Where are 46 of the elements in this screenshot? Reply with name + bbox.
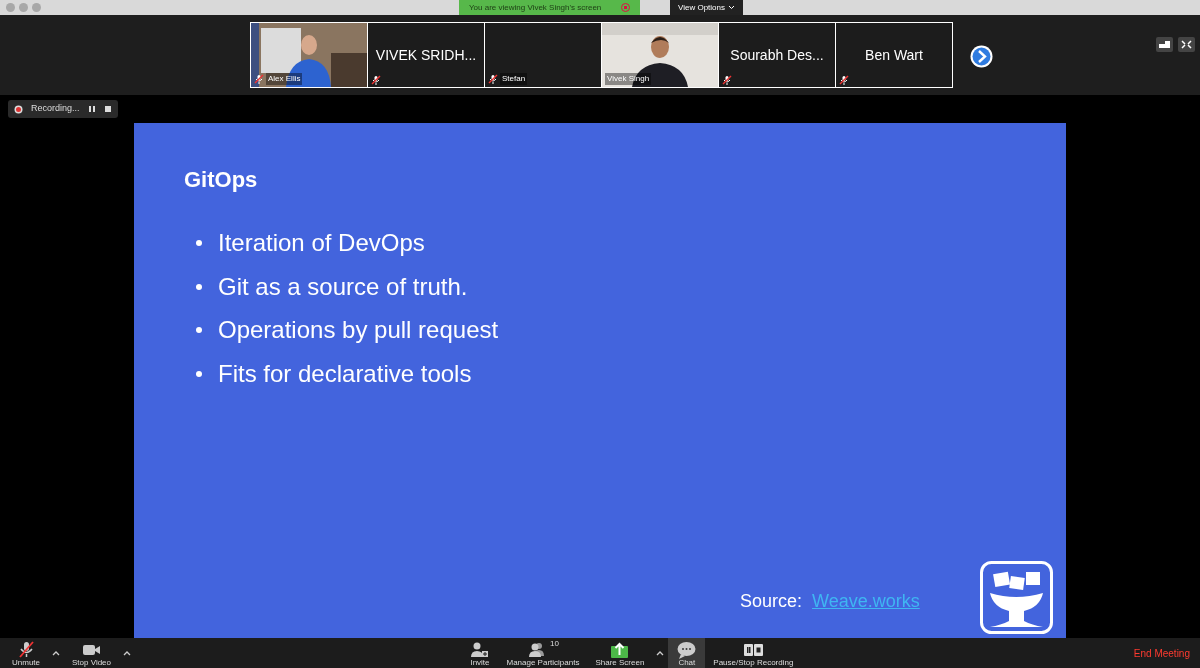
participant-name: Ben Wart [864, 46, 924, 65]
chevron-down-icon [728, 5, 735, 10]
view-options-button[interactable]: View Options [670, 0, 743, 15]
pause-icon[interactable] [87, 105, 96, 113]
bullet-text: Operations by pull request [218, 315, 499, 346]
layout-icon[interactable] [1156, 37, 1173, 52]
recording-label: Recording... [31, 102, 80, 116]
video-tile[interactable]: Stefan [485, 23, 601, 87]
participant-name: Alex Ellis [266, 73, 303, 85]
toolbar-button[interactable]: Pause/Stop Recording [705, 638, 802, 668]
bullet-icon [196, 240, 202, 247]
toolbar-button[interactable]: Chat [668, 638, 706, 668]
toolbar-button[interactable]: Stop Video [64, 638, 119, 668]
toolbar-button[interactable]: Share Screen [587, 638, 653, 668]
participant-name: Stefan [500, 73, 528, 85]
bullet-icon [196, 327, 202, 334]
video-tile[interactable]: Vivek Singh [602, 23, 718, 87]
record-icon [14, 104, 23, 114]
end-meeting-button[interactable]: End Meeting [1127, 644, 1196, 662]
speech-bubble-icon [676, 639, 698, 659]
video-tile[interactable]: Alex Ellis [251, 23, 367, 87]
caret-icon[interactable] [123, 650, 131, 656]
toolbar-button[interactable]: 10 Manage Participants [498, 638, 588, 668]
fullscreen-icon[interactable] [1178, 37, 1195, 52]
toolbar-button[interactable]: Unmute [4, 638, 48, 668]
participant-name: Sourabh Des... [729, 46, 825, 65]
video-tile[interactable]: Ben Wart [836, 23, 952, 87]
bullet-icon [196, 370, 202, 377]
source-label: Source: [740, 590, 803, 613]
next-arrow-icon[interactable] [970, 45, 993, 68]
bullet-text: Iteration of DevOps [218, 228, 425, 259]
stop-icon[interactable] [103, 105, 112, 113]
caret-icon[interactable] [52, 650, 60, 656]
video-tile[interactable]: Sourabh Des... [719, 23, 835, 87]
bullet-text: Fits for declarative tools [218, 358, 472, 389]
participant-count: 10 [550, 639, 559, 648]
video-tile[interactable]: VIVEK SRIDH... [368, 23, 484, 87]
participant-name: VIVEK SRIDH... [374, 46, 478, 65]
bullet-text: Git as a source of truth. [218, 271, 468, 302]
participant-name: Vivek Singh [605, 73, 652, 85]
whale-logo-icon [980, 561, 1053, 634]
banner-text: You are viewing Vivek Singh's screen [469, 1, 602, 14]
caret-icon[interactable] [656, 650, 665, 656]
toolbar-button[interactable]: Invite [461, 638, 499, 668]
bullet-icon [196, 283, 202, 290]
slide-title: GitOps [184, 167, 259, 194]
